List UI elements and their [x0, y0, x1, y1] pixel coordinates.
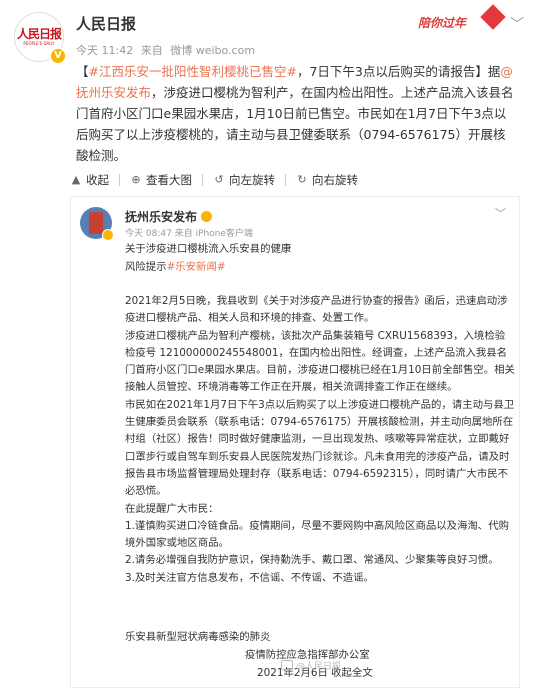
rotate-left-button[interactable]: ↺ 向左旋转: [213, 172, 275, 188]
embedded-paragraph: 在此提醒广大市民：: [125, 502, 219, 515]
post-source-prefix: 来自: [140, 44, 163, 57]
embedded-chevron-down-icon: ﹀: [495, 207, 506, 220]
embedded-hashtag: #乐安新闻#: [166, 260, 226, 273]
signature-line-1: 乐安县新型冠状病毒感染的肺炎: [125, 631, 271, 643]
embedded-paragraph: 1.谨慎购买进口冷链食品。疫情期间，尽量不要网购中高风险区商品以及海淘、代购境外…: [125, 519, 509, 550]
embedded-title: 关于涉疫进口樱桃流入乐安县的健康 风险提示#乐安新闻#: [125, 241, 515, 276]
embedded-screenshot-image[interactable]: 抚州乐安发布 今天 08:47 来自 iPhone客户端 ﹀ 关于涉疫进口樱桃流…: [70, 196, 520, 688]
hashtag-link[interactable]: #江西乐安一批阳性智利樱桃已售空#: [89, 64, 297, 79]
vip-badge-icon: [201, 211, 213, 222]
festive-label: 陪你过年: [418, 16, 467, 30]
avatar-logo-text: 人民日报: [16, 27, 62, 41]
image-toolbar: ▲ 收起 ⊕ 查看大图 ↺ 向左旋转 ↻ 向右旋转: [70, 167, 368, 193]
watermark-text: @人民日报: [296, 662, 342, 672]
festive-fu-icon: [480, 4, 506, 30]
signature-line-2: 疫情防控应急指挥部办公室: [245, 648, 370, 661]
rotate-right-button[interactable]: ↻ 向右旋转: [296, 172, 358, 188]
rotate-left-icon: ↺: [214, 173, 224, 186]
signature-date-row: 2021年2月6日 收起全文: [125, 665, 425, 683]
collect-label: 收起: [86, 173, 109, 187]
embedded-paragraph: 市民如在2021年1月7日下午3点以后购买了以上涉疫进口樱桃产品的，请主动与县卫…: [125, 398, 515, 498]
view-large-button[interactable]: ⊕ 查看大图: [130, 172, 192, 188]
embedded-author-text: 抚州乐安发布: [125, 210, 198, 224]
embedded-author-name: 抚州乐安发布: [125, 208, 213, 225]
verified-badge-icon: V: [50, 48, 66, 64]
weibo-watermark-icon: [281, 660, 293, 670]
toolbar-divider: [202, 174, 203, 186]
rotate-right-label: 向右旋转: [312, 173, 358, 187]
avatar-logo-subtext: PEOPLE'S DAILY: [23, 41, 55, 46]
chevron-down-icon[interactable]: ﹀: [510, 14, 524, 34]
embedded-paragraph: 3.及时关注官方信息发布，不信谣、不传谣、不造谣。: [125, 571, 374, 584]
embedded-body: 2021年2月5日晚，我县收到《关于对涉疫产品进行协查的报告》函后，迅速启动涉疫…: [125, 293, 515, 587]
embedded-meta: 今天 08:47 来自 iPhone客户端: [125, 229, 253, 239]
festive-badge: 陪你过年: [418, 4, 506, 32]
post-source[interactable]: 微博 weibo.com: [170, 44, 255, 57]
embedded-verified-badge-icon: [102, 229, 114, 241]
embedded-paragraph: 涉疫进口樱桃产品为智利产樱桃，该批次产品集装箱号 CXRU1568393，入境检…: [125, 329, 515, 394]
embedded-title-line: 关于涉疫进口樱桃流入乐安县的健康: [125, 243, 292, 255]
embedded-title-line2: 风险提示: [125, 260, 167, 273]
embedded-paragraph: 2.请务必增强自我防护意识，保持勤洗手、戴口罩、常通风、少聚集等良好习惯。: [125, 554, 499, 567]
post-text: 【#江西乐安一批阳性智利樱桃已售空#，7日下午3点以后购买的请报告】据@抚州乐安…: [76, 64, 514, 163]
embedded-signature: 乐安县新型冠状病毒感染的肺炎 疫情防控应急指挥部办公室 2021年2月6日 收起…: [125, 629, 425, 682]
post-meta: 今天 11:42 来自 微博 weibo.com: [76, 42, 259, 58]
zoom-icon: ⊕: [131, 173, 141, 186]
embedded-title-line2-row: 风险提示#乐安新闻#: [125, 259, 515, 277]
toolbar-divider: [119, 174, 120, 186]
image-watermark: @人民日报: [281, 659, 341, 672]
post-time: 今天 11:42: [76, 44, 134, 57]
author-name[interactable]: 人民日报: [76, 13, 136, 34]
collect-button[interactable]: ▲ 收起: [70, 172, 109, 188]
embedded-paragraph: 2021年2月5日晚，我县收到《关于对涉疫产品进行协查的报告》函后，迅速启动涉疫…: [125, 295, 508, 325]
rotate-left-label: 向左旋转: [229, 173, 275, 187]
collapse-icon: ▲: [71, 173, 81, 186]
post-headline: ，7日下午3点以后购买的请报告】据: [296, 64, 501, 79]
view-large-label: 查看大图: [146, 173, 192, 187]
toolbar-divider: [285, 174, 286, 186]
weibo-post-card: 人民日报 PEOPLE'S DAILY V 人民日报 今天 11:42 来自 微…: [0, 0, 536, 695]
rotate-right-icon: ↻: [297, 173, 307, 186]
